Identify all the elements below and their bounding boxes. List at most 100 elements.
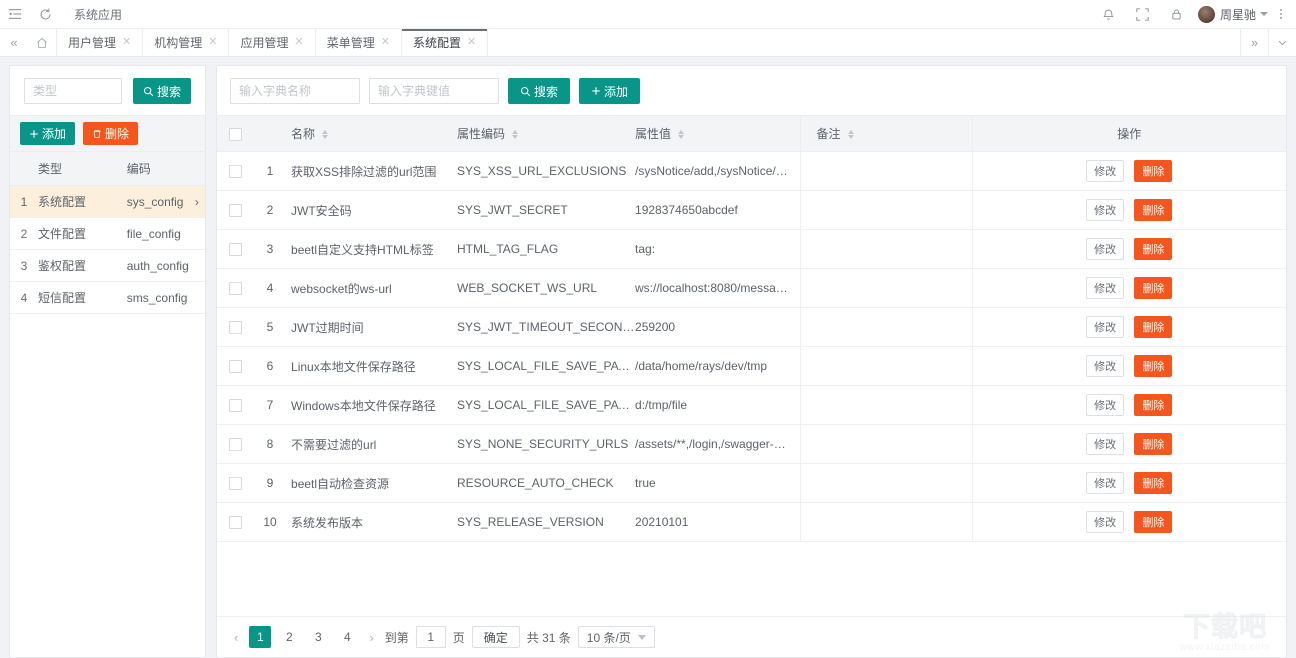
- col-name[interactable]: 名称: [287, 116, 457, 152]
- delete-button[interactable]: 删除: [1134, 238, 1172, 260]
- delete-button[interactable]: 删除: [1134, 355, 1172, 377]
- confirm-jump-button[interactable]: 确定: [472, 626, 520, 648]
- dict-type-delete-button[interactable]: 删除: [83, 122, 138, 145]
- table-row[interactable]: 2 JWT安全码 SYS_JWT_SECRET 1928374650abcdef…: [217, 191, 1286, 230]
- dict-name-input[interactable]: [230, 78, 360, 104]
- table-row[interactable]: 4 短信配置 sms_config: [10, 282, 205, 314]
- table-row[interactable]: 9 beetl自动检查资源 RESOURCE_AUTO_CHECK true 修…: [217, 464, 1286, 503]
- delete-button[interactable]: 删除: [1134, 199, 1172, 221]
- table-row[interactable]: 7 Windows本地文件保存路径 SYS_LOCAL_FILE_SAVE_PA…: [217, 386, 1286, 425]
- double-chevron-left-icon[interactable]: «: [0, 29, 28, 56]
- close-icon[interactable]: ✕: [381, 37, 390, 48]
- row-prop-value: 20210101: [635, 503, 800, 542]
- fullscreen-icon[interactable]: [1126, 0, 1160, 29]
- lock-icon[interactable]: [1160, 0, 1194, 29]
- delete-button[interactable]: 删除: [1134, 277, 1172, 299]
- row-checkbox[interactable]: [229, 321, 242, 334]
- sort-icon[interactable]: [848, 130, 854, 139]
- edit-button[interactable]: 修改: [1086, 433, 1124, 455]
- table-row[interactable]: 1 系统配置 sys_config ›: [10, 186, 205, 218]
- dict-key-input[interactable]: [369, 78, 499, 104]
- delete-button[interactable]: 删除: [1134, 160, 1172, 182]
- row-prop-value: ws://localhost:8080/message/w…: [635, 269, 800, 308]
- row-checkbox[interactable]: [229, 516, 242, 529]
- page-button-2[interactable]: 2: [278, 626, 300, 648]
- row-index: 4: [10, 282, 38, 314]
- home-icon[interactable]: [28, 29, 56, 56]
- tab-menu-management[interactable]: 菜单管理 ✕: [316, 29, 402, 56]
- table-row[interactable]: 6 Linux本地文件保存路径 SYS_LOCAL_FILE_SAVE_PAT……: [217, 347, 1286, 386]
- tab-org-management[interactable]: 机构管理 ✕: [143, 29, 229, 56]
- double-chevron-right-icon[interactable]: »: [1240, 29, 1268, 56]
- row-checkbox[interactable]: [229, 360, 242, 373]
- row-name: JWT安全码: [287, 191, 457, 230]
- jump-page-input[interactable]: [416, 626, 446, 648]
- edit-button[interactable]: 修改: [1086, 277, 1124, 299]
- edit-button[interactable]: 修改: [1086, 472, 1124, 494]
- sort-icon[interactable]: [322, 130, 328, 139]
- tab-app-management[interactable]: 应用管理 ✕: [229, 29, 315, 56]
- table-row[interactable]: 3 鉴权配置 auth_config: [10, 250, 205, 282]
- refresh-icon[interactable]: [30, 0, 60, 29]
- table-row[interactable]: 2 文件配置 file_config: [10, 218, 205, 250]
- close-icon[interactable]: ✕: [208, 37, 217, 48]
- chevron-right-icon[interactable]: ›: [189, 186, 205, 218]
- row-prop-code: SYS_JWT_SECRET: [457, 191, 635, 230]
- delete-button[interactable]: 删除: [1134, 433, 1172, 455]
- edit-button[interactable]: 修改: [1086, 199, 1124, 221]
- sort-icon[interactable]: [678, 130, 684, 139]
- chevron-left-icon[interactable]: ‹: [230, 630, 242, 645]
- edit-button[interactable]: 修改: [1086, 355, 1124, 377]
- delete-button[interactable]: 删除: [1134, 394, 1172, 416]
- user-menu[interactable]: 周星驰: [1198, 6, 1268, 23]
- delete-button[interactable]: 删除: [1134, 472, 1172, 494]
- dict-type-add-button[interactable]: 添加: [20, 122, 75, 145]
- dict-type-search-button[interactable]: 搜索: [133, 78, 191, 104]
- row-type: 短信配置: [38, 282, 127, 314]
- menu-collapse-icon[interactable]: [0, 0, 30, 29]
- table-row[interactable]: 3 beetl自定义支持HTML标签 HTML_TAG_FLAG tag: 修改…: [217, 230, 1286, 269]
- row-checkbox[interactable]: [229, 243, 242, 256]
- col-index: [253, 116, 287, 152]
- table-row[interactable]: 10 系统发布版本 SYS_RELEASE_VERSION 20210101 修…: [217, 503, 1286, 542]
- bell-icon[interactable]: [1092, 0, 1126, 29]
- select-all-checkbox[interactable]: [229, 128, 242, 141]
- row-checkbox[interactable]: [229, 204, 242, 217]
- row-type: 鉴权配置: [38, 250, 127, 282]
- page-size-select[interactable]: 10 条/页: [578, 626, 655, 648]
- close-icon[interactable]: ✕: [122, 37, 131, 48]
- more-vertical-icon[interactable]: [1268, 9, 1290, 19]
- table-row[interactable]: 5 JWT过期时间 SYS_JWT_TIMEOUT_SECONDS 259200…: [217, 308, 1286, 347]
- col-remark[interactable]: 备注: [800, 116, 972, 152]
- row-checkbox[interactable]: [229, 282, 242, 295]
- page-button-4[interactable]: 4: [336, 626, 358, 648]
- table-row[interactable]: 1 获取XSS排除过滤的url范围 SYS_XSS_URL_EXCLUSIONS…: [217, 152, 1286, 191]
- dict-type-search-input[interactable]: [24, 78, 122, 104]
- chevron-right-icon[interactable]: ›: [365, 630, 377, 645]
- table-row[interactable]: 8 不需要过滤的url SYS_NONE_SECURITY_URLS /asse…: [217, 425, 1286, 464]
- edit-button[interactable]: 修改: [1086, 160, 1124, 182]
- close-icon[interactable]: ✕: [294, 37, 303, 48]
- row-checkbox[interactable]: [229, 438, 242, 451]
- col-prop-value[interactable]: 属性值: [635, 116, 800, 152]
- row-checkbox[interactable]: [229, 399, 242, 412]
- dict-item-add-button[interactable]: 添加: [579, 78, 640, 104]
- table-row[interactable]: 4 websocket的ws-url WEB_SOCKET_WS_URL ws:…: [217, 269, 1286, 308]
- col-prop-code[interactable]: 属性编码: [457, 116, 635, 152]
- edit-button[interactable]: 修改: [1086, 394, 1124, 416]
- page-button-1[interactable]: 1: [249, 626, 271, 648]
- edit-button[interactable]: 修改: [1086, 511, 1124, 533]
- dict-item-search-button[interactable]: 搜索: [508, 78, 570, 104]
- tab-system-config[interactable]: 系统配置 ✕: [402, 29, 488, 56]
- edit-button[interactable]: 修改: [1086, 316, 1124, 338]
- close-icon[interactable]: ✕: [467, 37, 476, 48]
- sort-icon[interactable]: [512, 130, 518, 139]
- row-checkbox[interactable]: [229, 477, 242, 490]
- delete-button[interactable]: 删除: [1134, 511, 1172, 533]
- edit-button[interactable]: 修改: [1086, 238, 1124, 260]
- tab-user-management[interactable]: 用户管理 ✕: [56, 29, 143, 56]
- chevron-down-icon[interactable]: [1268, 29, 1296, 56]
- delete-button[interactable]: 删除: [1134, 316, 1172, 338]
- row-checkbox[interactable]: [229, 165, 242, 178]
- page-button-3[interactable]: 3: [307, 626, 329, 648]
